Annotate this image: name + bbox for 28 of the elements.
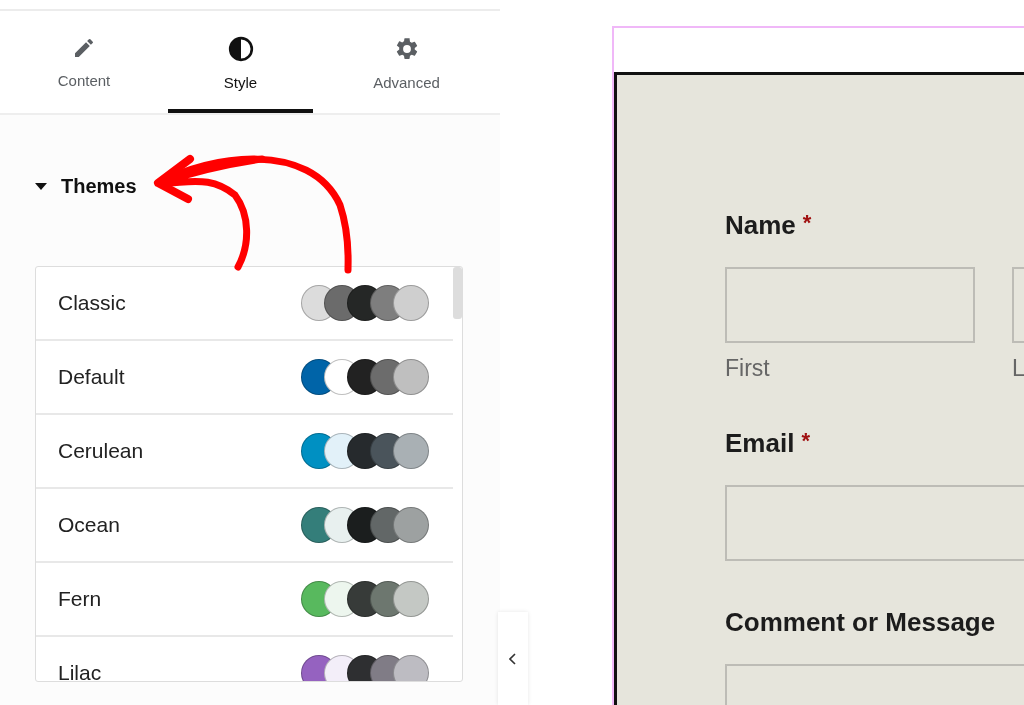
theme-option[interactable]: Ocean (36, 489, 453, 563)
theme-option[interactable]: Default (36, 341, 453, 415)
theme-name: Classic (58, 291, 126, 315)
theme-name: Cerulean (58, 439, 144, 463)
theme-option[interactable]: Classic (36, 267, 453, 341)
sub-label: First (725, 355, 771, 382)
collapse-panel-button[interactable] (498, 612, 528, 705)
field-label: Comment or Message (725, 607, 996, 638)
text-input[interactable] (725, 485, 1024, 561)
panel-tab[interactable]: Content (0, 11, 168, 113)
required-asterisk: * (802, 210, 812, 236)
theme-name: Default (58, 365, 125, 389)
theme-name: Ocean (58, 513, 120, 537)
chevron-left-icon (509, 652, 517, 665)
theme-name: Fern (58, 587, 102, 611)
text-input[interactable] (725, 267, 975, 343)
panel-tab[interactable]: Advanced (313, 11, 500, 113)
theme-option[interactable]: Lilac (36, 637, 453, 681)
contrast-icon (227, 36, 254, 62)
required-asterisk: * (801, 428, 810, 454)
theme-name: Lilac (58, 661, 102, 681)
sub-label: L (1012, 355, 1024, 382)
field-label: Email (725, 428, 795, 459)
themes-section-toggle[interactable]: Themes (35, 175, 137, 198)
pencil-icon (72, 36, 96, 60)
field-label: Name (725, 210, 796, 241)
theme-option[interactable]: Cerulean (36, 415, 453, 489)
theme-option[interactable]: Fern (36, 563, 453, 637)
